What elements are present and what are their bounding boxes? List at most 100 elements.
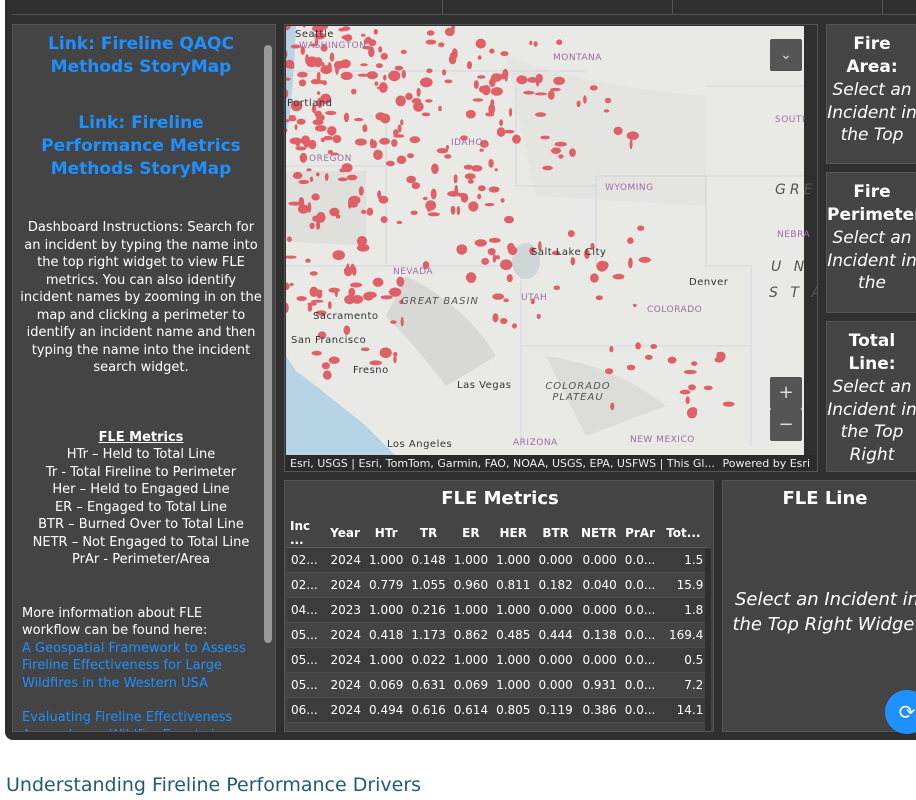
fire-perimeter[interactable] (393, 129, 399, 136)
fire-perimeter[interactable] (481, 257, 490, 265)
fire-perimeter[interactable] (484, 203, 495, 207)
fire-perimeter[interactable] (411, 182, 420, 190)
fire-perimeter[interactable] (512, 134, 521, 144)
fire-perimeter[interactable] (289, 137, 303, 145)
fire-perimeter[interactable] (472, 98, 484, 102)
fire-perimeter[interactable] (320, 137, 325, 143)
fire-perimeter[interactable] (292, 171, 303, 180)
fire-perimeter[interactable] (388, 287, 402, 297)
column-header[interactable]: Inc ... (287, 519, 325, 548)
fire-perimeter[interactable] (529, 40, 533, 46)
table-row[interactable]: 02... 2024 0.779 1.055 0.960 0.811 0.182 0.040 0… (287, 572, 708, 598)
fire-perimeter[interactable] (373, 149, 383, 160)
fire-perimeter[interactable] (614, 273, 624, 279)
fire-perimeter[interactable] (368, 39, 377, 47)
fire-perimeter[interactable] (396, 220, 403, 225)
fire-perimeter[interactable] (343, 112, 350, 123)
fire-perimeter[interactable] (679, 389, 691, 395)
fire-perimeter[interactable] (400, 49, 407, 54)
fire-perimeter[interactable] (558, 154, 564, 159)
fire-perimeter[interactable] (393, 356, 397, 364)
fire-perimeter[interactable] (416, 87, 421, 97)
fire-perimeter[interactable] (465, 272, 477, 283)
fire-perimeter[interactable] (492, 293, 505, 300)
fire-perimeter[interactable] (603, 109, 610, 113)
fire-perimeter[interactable] (474, 239, 487, 247)
fire-perimeter[interactable] (296, 296, 307, 302)
fire-perimeter[interactable] (298, 79, 307, 87)
fire-perimeter[interactable] (316, 289, 323, 293)
fire-perimeter[interactable] (356, 244, 370, 252)
fire-perimeter[interactable] (638, 256, 651, 263)
fire-perimeter[interactable] (686, 407, 698, 419)
scroll-up-icon[interactable]: ▲ (275, 31, 276, 41)
fire-perimeter[interactable] (590, 273, 599, 283)
fire-perimeter[interactable] (327, 126, 337, 136)
fire-perimeter[interactable] (305, 258, 311, 263)
fire-perimeter[interactable] (444, 27, 455, 37)
fire-perimeter[interactable] (644, 354, 653, 360)
fire-perimeter[interactable] (536, 313, 541, 320)
scroll-down-icon[interactable]: ▼ (275, 715, 276, 725)
column-header[interactable]: HER (492, 519, 535, 548)
fire-perimeter[interactable] (456, 244, 468, 255)
fire-perimeter[interactable] (337, 177, 348, 182)
fire-perimeter[interactable] (444, 79, 453, 84)
fire-perimeter[interactable] (488, 186, 500, 193)
fire-perimeter[interactable] (464, 173, 476, 180)
fire-perimeter[interactable] (373, 29, 378, 35)
fire-perimeter[interactable] (350, 282, 363, 288)
fire-perimeter[interactable] (380, 216, 388, 224)
fire-perimeter[interactable] (307, 202, 312, 213)
fire-perimeter[interactable] (500, 51, 509, 57)
fire-perimeter[interactable] (383, 74, 387, 81)
table-row[interactable]: 05... 2024 0.069 0.631 0.069 1.000 0.000 0.931 0… (287, 672, 708, 698)
zoom-in-button[interactable]: + (770, 377, 802, 409)
fire-perimeter[interactable] (360, 63, 368, 67)
fire-perimeter[interactable] (506, 274, 513, 283)
fire-perimeter[interactable] (453, 174, 458, 184)
fire-perimeter[interactable] (346, 174, 358, 181)
fire-perimeter[interactable] (502, 68, 509, 80)
fire-perimeter[interactable] (508, 107, 513, 117)
fire-perimeter[interactable] (380, 113, 391, 124)
fire-perimeter[interactable] (490, 87, 503, 96)
fire-perimeter[interactable] (316, 220, 321, 230)
performance-storymap-link[interactable]: Link: Fireline Performance Metrics Metho… (19, 112, 263, 181)
fire-perimeter[interactable] (688, 384, 696, 391)
fire-perimeter[interactable] (372, 140, 377, 149)
fire-perimeter[interactable] (627, 237, 634, 244)
fire-perimeter[interactable] (332, 134, 342, 144)
fire-perimeter[interactable] (430, 188, 437, 200)
fire-perimeter[interactable] (460, 193, 469, 203)
fire-perimeter[interactable] (722, 401, 735, 407)
table-row[interactable]: 04... 2023 1.000 0.216 1.000 1.000 0.000 0.000 0… (287, 597, 708, 623)
fire-perimeter[interactable] (314, 80, 327, 84)
fire-perimeter[interactable] (635, 342, 641, 350)
fire-perimeter[interactable] (477, 75, 486, 79)
fire-perimeter[interactable] (553, 76, 565, 86)
fire-perimeter[interactable] (314, 125, 327, 132)
fire-perimeter[interactable] (691, 361, 698, 366)
fire-perimeter[interactable] (391, 139, 398, 147)
fire-perimeter[interactable] (503, 129, 515, 134)
fire-perimeter[interactable] (426, 206, 432, 212)
fire-perimeter[interactable] (309, 176, 314, 182)
fire-perimeter[interactable] (422, 196, 428, 201)
fire-perimeter[interactable] (306, 168, 312, 172)
fire-perimeter[interactable] (471, 165, 483, 172)
fire-perimeter[interactable] (395, 95, 406, 107)
table-row[interactable]: 06... 2024 0.494 0.616 0.614 0.805 0.119 0.386 0… (287, 697, 708, 723)
fire-perimeter[interactable] (516, 75, 528, 85)
fire-perimeter[interactable] (477, 55, 482, 60)
fire-perimeter[interactable] (445, 145, 450, 150)
fire-perimeter[interactable] (475, 38, 486, 49)
fire-perimeter[interactable] (605, 368, 614, 375)
fire-perimeter[interactable] (540, 135, 550, 140)
fire-perimeter[interactable] (338, 27, 346, 32)
fire-perimeter[interactable] (288, 115, 296, 119)
fire-perimeter[interactable] (576, 100, 581, 108)
fire-perimeter[interactable] (534, 92, 548, 96)
fire-perimeter[interactable] (448, 54, 457, 65)
fire-perimeter[interactable] (489, 78, 496, 87)
